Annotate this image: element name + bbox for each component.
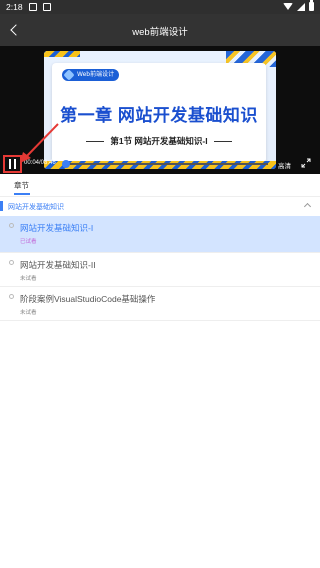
- lesson-title: 阶段案例VisualStudioCode基础操作: [20, 294, 156, 304]
- signal-icon: [297, 2, 305, 11]
- wifi-icon: [283, 3, 293, 10]
- chapter-accent-bar: [0, 201, 3, 211]
- chapter-title: 网站开发基础知识: [8, 203, 64, 211]
- gallery-notification-icon: [28, 3, 37, 11]
- divider: [0, 320, 320, 321]
- lesson-title: 网站开发基础知识-I: [20, 223, 94, 233]
- quality-button[interactable]: 高清: [278, 160, 291, 170]
- lesson-bullet-icon: [9, 260, 14, 265]
- status-time: 2:18: [6, 2, 23, 12]
- progress-knob[interactable]: [61, 160, 70, 168]
- slide-subtitle-row: 第1节 网站开发基础知识-I: [52, 135, 266, 147]
- page-title: web前端设计: [132, 27, 188, 38]
- divider: [86, 140, 105, 142]
- video-controls: 00:04/08:46 高清: [0, 154, 320, 174]
- lesson-item[interactable]: 阶段案例VisualStudioCode基础操作 未试看: [0, 287, 320, 323]
- slide-title: 第一章 网站开发基础知识: [60, 106, 258, 125]
- divider: [213, 140, 232, 142]
- slide-card: Web前端设计 第一章 网站开发基础知识 第1节 网站开发基础知识-I: [52, 63, 266, 163]
- status-bar: 2:18: [0, 0, 320, 14]
- progress-bar[interactable]: [61, 160, 268, 168]
- app-notification-icon: [42, 3, 51, 11]
- chapter-header[interactable]: 网站开发基础知识: [0, 198, 320, 214]
- slide-stripe-decoration: [44, 51, 80, 57]
- divider: [0, 196, 320, 197]
- tab-chapters[interactable]: 章节: [14, 180, 29, 191]
- slide-badge-label: Web前端设计: [77, 71, 115, 78]
- lesson-item[interactable]: 网站开发基础知识-I 已试看: [0, 216, 320, 252]
- lesson-status: 未试看: [20, 310, 37, 316]
- video-player[interactable]: Web前端设计 第一章 网站开发基础知识 第1节 网站开发基础知识-I 00:0…: [0, 46, 320, 174]
- playback-time: 00:04/08:46: [24, 160, 56, 166]
- course-logo-icon: [63, 69, 75, 81]
- video-frame-slide: Web前端设计 第一章 网站开发基础知识 第1节 网站开发基础知识-I: [44, 51, 276, 169]
- battery-icon: [309, 0, 314, 11]
- lesson-item[interactable]: 网站开发基础知识-II 未试看: [0, 253, 320, 289]
- lesson-bullet-icon: [9, 223, 14, 228]
- lesson-bullet-icon: [9, 294, 14, 299]
- fullscreen-icon[interactable]: [301, 158, 311, 168]
- app-bar: web前端设计: [0, 14, 320, 46]
- slide-subtitle: 第1节 网站开发基础知识-I: [110, 136, 208, 146]
- lesson-status: 未试看: [20, 276, 37, 282]
- chevron-up-icon[interactable]: [303, 202, 312, 211]
- annotation-highlight-box: [3, 155, 22, 173]
- slide-badge: Web前端设计: [62, 69, 120, 81]
- tab-bar: 章节: [0, 174, 320, 196]
- lesson-title: 网站开发基础知识-II: [20, 260, 96, 270]
- tab-active-indicator: [14, 193, 30, 195]
- lesson-status: 已试看: [20, 239, 37, 245]
